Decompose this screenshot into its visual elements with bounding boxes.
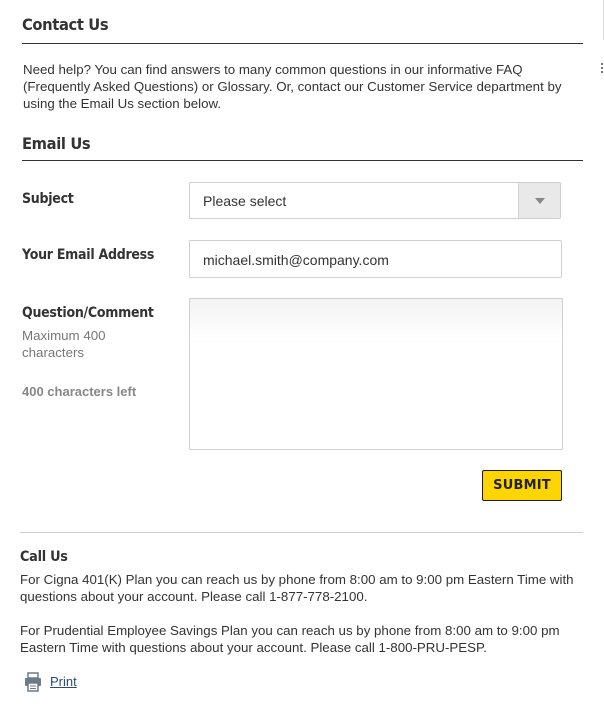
intro-text: Need help? You can find answers to many …: [23, 62, 562, 111]
call-us-prudential-text: For Prudential Employee Savings Plan you…: [20, 623, 560, 655]
printer-icon: [25, 672, 41, 692]
title-divider: [22, 43, 583, 44]
submit-button[interactable]: SUBMIT: [482, 470, 562, 501]
email-field-value: michael.smith@company.com: [203, 252, 389, 268]
email-label: Your Email Address: [22, 247, 155, 263]
chevron-down-icon: [535, 198, 545, 204]
print-link[interactable]: Print: [50, 674, 77, 689]
call-us-heading: Call Us: [20, 549, 68, 565]
question-label: Question/Comment: [22, 305, 154, 321]
subject-dropdown-button[interactable]: [518, 183, 560, 218]
call-us-cigna-text: For Cigna 401(K) Plan you can reach us b…: [20, 572, 574, 604]
contact-page: Contact Us Need help? You can find answe…: [0, 0, 604, 713]
subject-selected-value: Please select: [203, 193, 287, 209]
question-hint: Maximum 400 characters: [22, 328, 106, 360]
subject-select[interactable]: Please select: [189, 182, 561, 219]
section-divider: [20, 532, 583, 533]
characters-left-counter: 400 characters left: [22, 384, 137, 399]
page-title: Contact Us: [22, 15, 109, 34]
email-us-heading: Email Us: [22, 134, 91, 153]
question-textarea[interactable]: [189, 298, 563, 450]
email-divider: [22, 160, 583, 161]
email-field[interactable]: michael.smith@company.com: [189, 240, 562, 278]
subject-label: Subject: [22, 191, 74, 207]
